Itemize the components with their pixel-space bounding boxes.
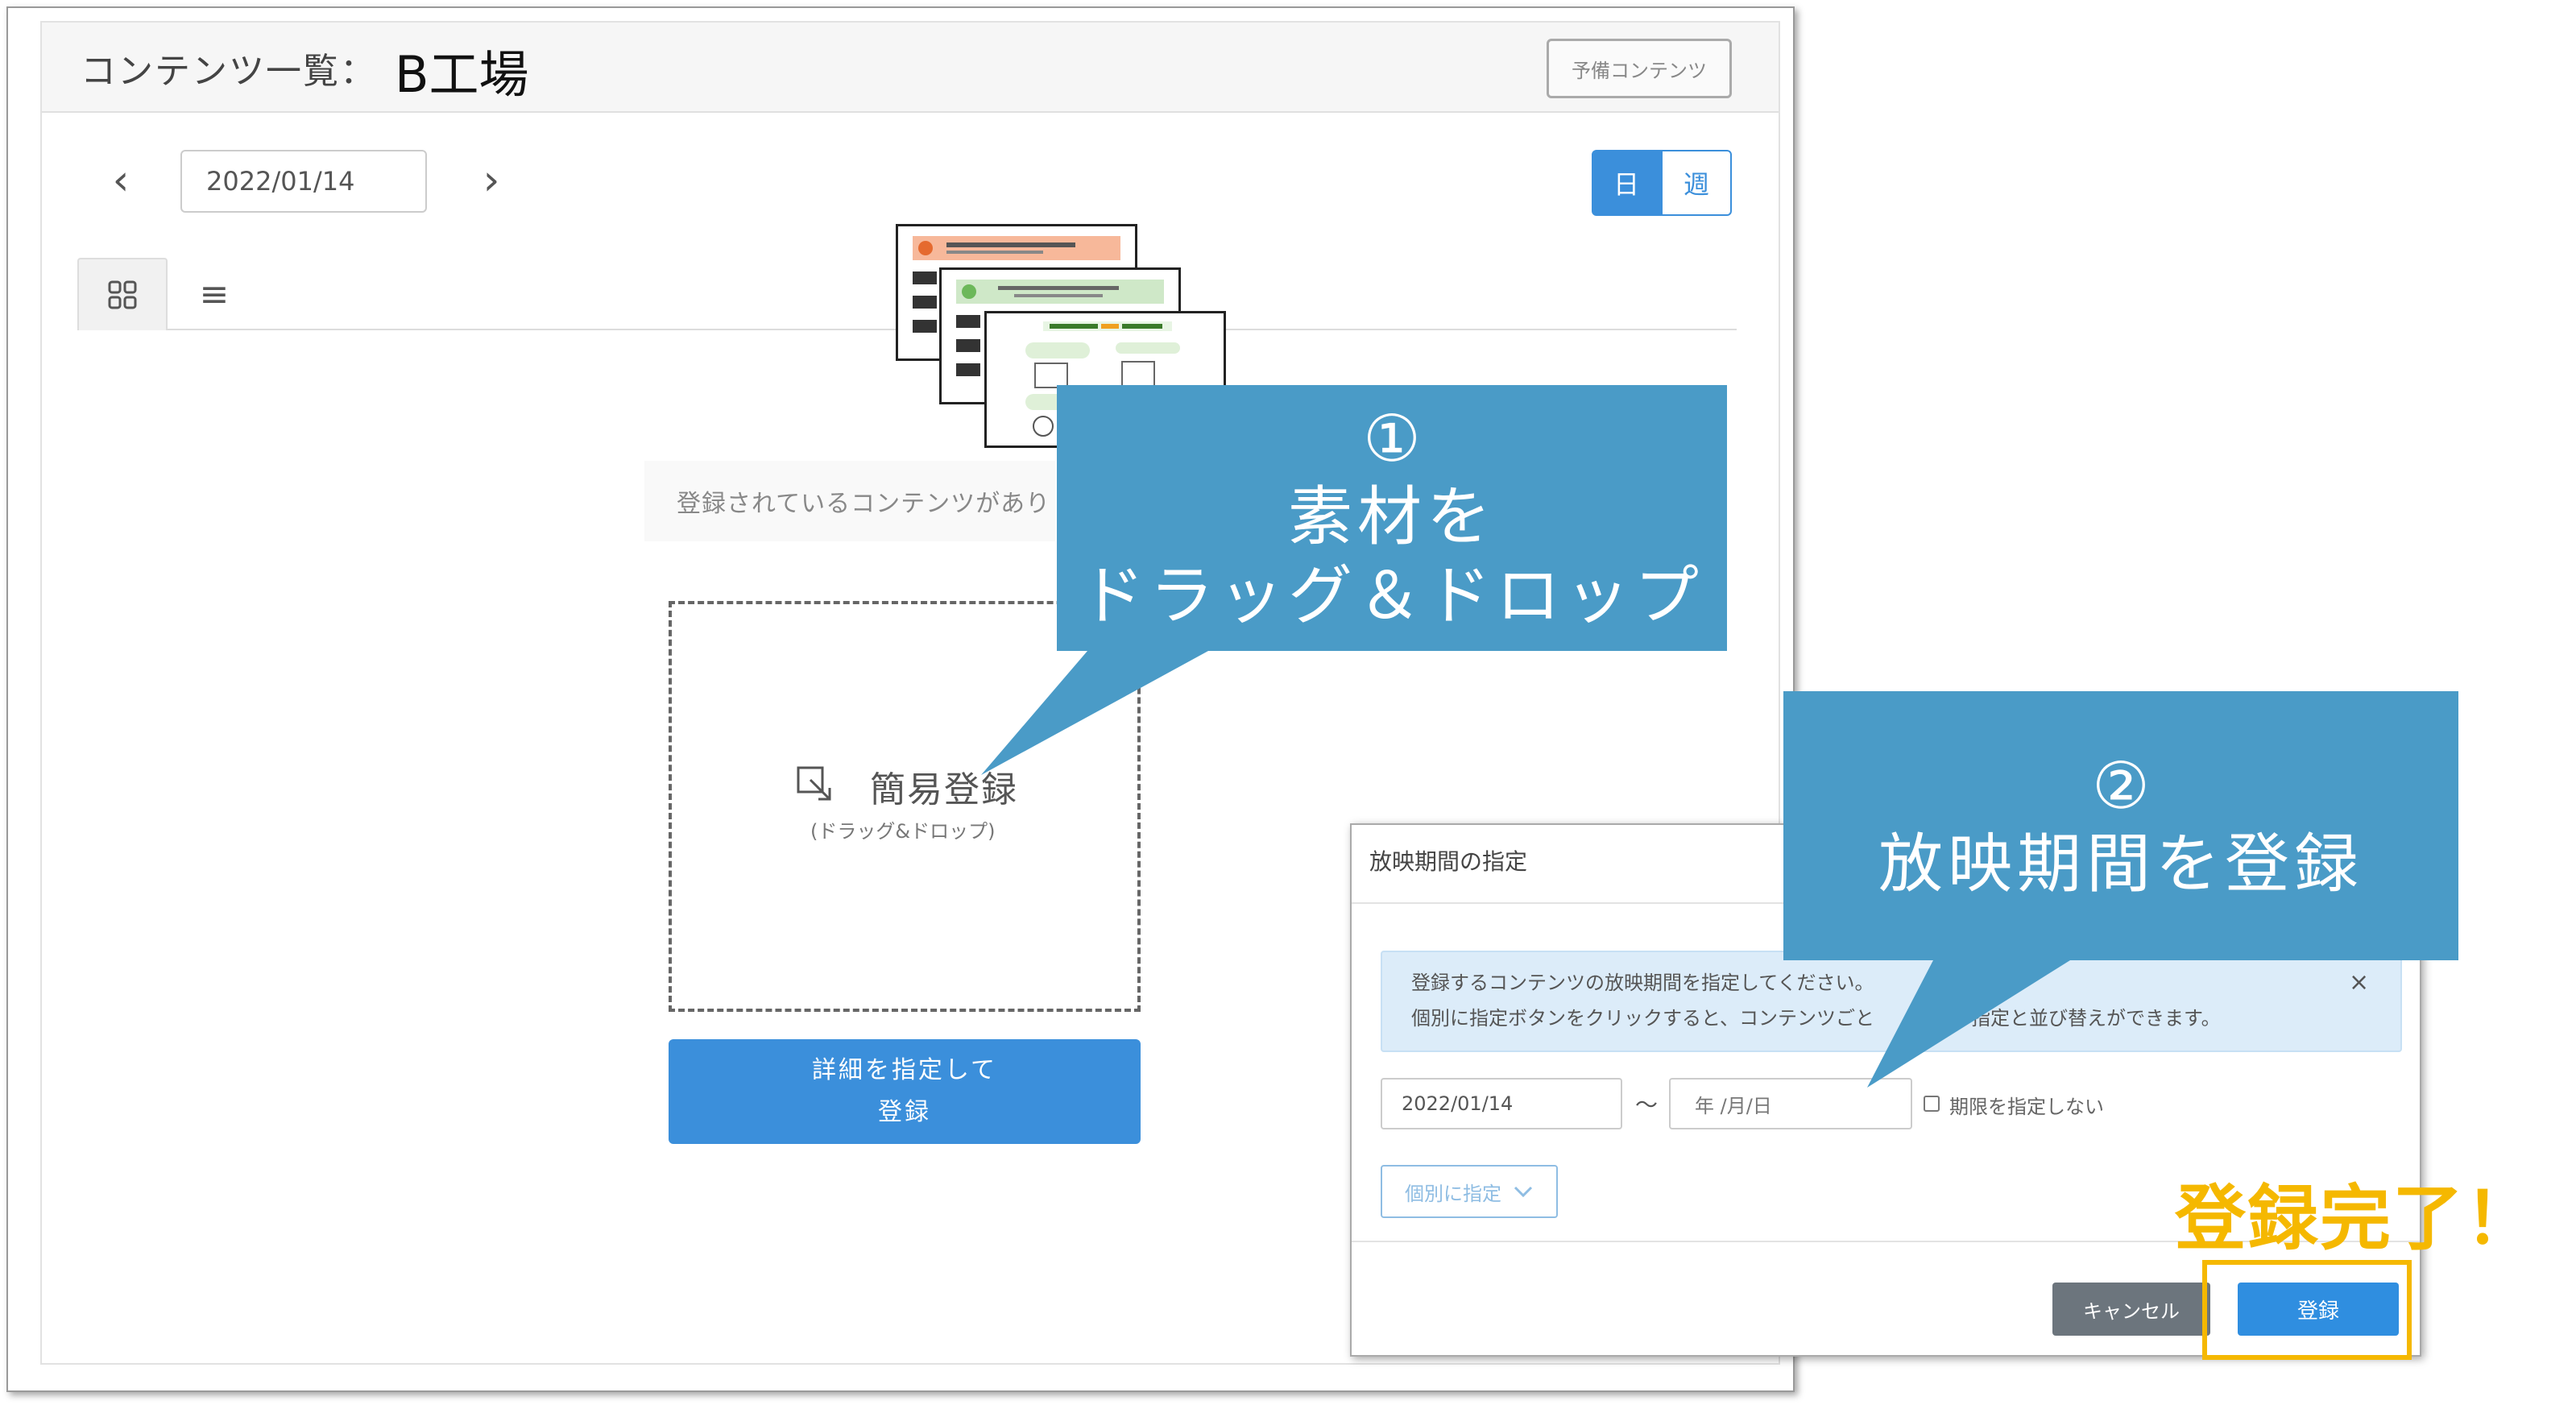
dialog-title: 放映期間の指定 [1369, 848, 1528, 875]
detail-register-line2: 登録 [878, 1098, 931, 1126]
individual-specify-button[interactable]: 個別に指定 [1381, 1165, 1558, 1218]
view-week-button[interactable]: 週 [1661, 150, 1732, 216]
reserve-content-button[interactable]: 予備コンテンツ [1547, 39, 1732, 98]
chevron-left-icon[interactable]: ‹ [105, 156, 137, 205]
no-limit-label: 期限を指定しない [1949, 1096, 2104, 1118]
step1-line2: ドラッグ＆ドロップ [1080, 558, 1704, 633]
info-text-line1: 登録するコンテンツの放映期間を指定してください。 [1411, 972, 1874, 994]
page-title-prefix: コンテンツ一覧： [81, 51, 377, 92]
start-date-input[interactable]: 2022/01/14 [1381, 1078, 1622, 1129]
chevron-right-icon[interactable]: › [475, 156, 507, 205]
date-input[interactable]: 2022/01/14 [180, 150, 427, 213]
empty-message: 登録されているコンテンツがあり [644, 461, 1055, 541]
info-alert [1381, 951, 2402, 1052]
grid-view-tab[interactable] [77, 258, 168, 330]
no-limit-checkbox[interactable] [1924, 1096, 1940, 1112]
date-range-separator: ～ [1635, 1092, 1659, 1118]
step2-number: ② [2092, 748, 2150, 823]
individual-specify-label: 個別に指定 [1405, 1182, 1501, 1205]
detail-register-line1: 詳細を指定して [811, 1056, 998, 1084]
step2-line1: 放映期間を登録 [1878, 827, 2363, 901]
register-highlight [2202, 1260, 2412, 1360]
simple-register-label: 簡易登録 [870, 769, 1018, 810]
done-message: 登録完了！ [2175, 1177, 2538, 1260]
step1-callout: ① 素材を ドラッグ＆ドロップ [1057, 385, 1727, 651]
external-link-icon [797, 766, 831, 801]
grid-icon [108, 280, 137, 309]
list-icon[interactable]: ≡ [190, 266, 238, 322]
end-date-input[interactable]: 年 /月/日 [1669, 1078, 1912, 1129]
close-icon[interactable]: × [2349, 968, 2369, 997]
step2-callout: ② 放映期間を登録 [1783, 691, 2458, 960]
info-text-line2: 個別に指定ボタンをクリックすると、コンテンツごと 期間の指定と並び替えができます… [1411, 1007, 2221, 1030]
page-title: B工場 [395, 45, 529, 104]
cancel-button[interactable]: キャンセル [2052, 1283, 2210, 1336]
view-day-button[interactable]: 日 [1592, 150, 1661, 216]
simple-register-sublabel: (ドラッグ&ドロップ) [810, 820, 996, 843]
step1-number: ① [1363, 401, 1421, 476]
step1-line1: 素材を [1288, 479, 1496, 554]
chevron-down-icon [1514, 1186, 1533, 1198]
detail-register-button[interactable]: 詳細を指定して 登録 [669, 1039, 1141, 1144]
